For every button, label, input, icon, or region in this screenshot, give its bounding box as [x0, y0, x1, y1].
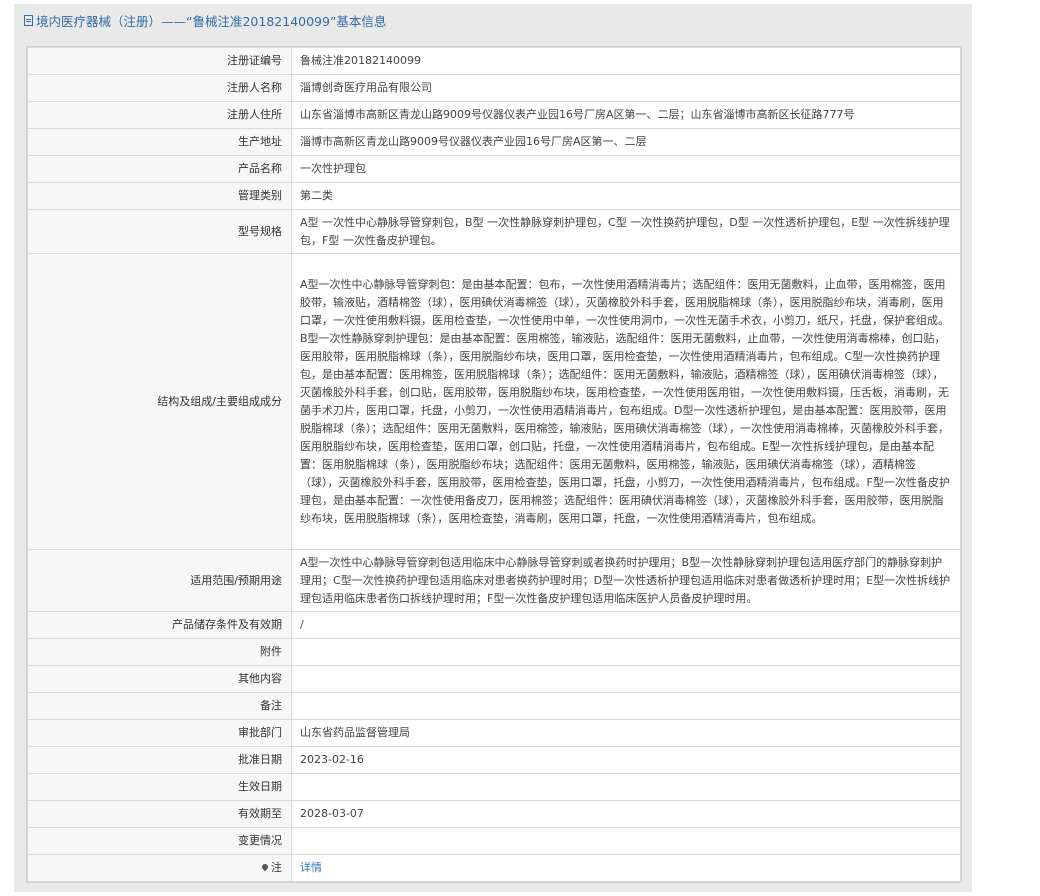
location-pin-icon [260, 862, 270, 872]
table-row: 型号规格 A型 一次性中心静脉导管穿刺包，B型 一次性静脉穿刺护理包，C型 一次… [27, 209, 961, 254]
table-row: 注册证编号 鲁械注准20182140099 [27, 47, 961, 75]
row-label-management-category: 管理类别 [27, 182, 292, 210]
row-value-attachment [291, 638, 961, 666]
row-value-other-content [291, 665, 961, 693]
row-value-model-spec: A型 一次性中心静脉导管穿刺包，B型 一次性静脉穿刺护理包，C型 一次性换药护理… [291, 209, 961, 254]
document-icon [24, 14, 33, 26]
row-label-effective-date: 生效日期 [27, 773, 292, 801]
row-label-note: 注 [27, 854, 292, 882]
row-label-registrant-address: 注册人住所 [27, 101, 292, 129]
table-row: 审批部门 山东省药品监督管理局 [27, 719, 961, 747]
table-row: 有效期至 2028-03-07 [27, 800, 961, 828]
row-label-storage: 产品储存条件及有效期 [27, 611, 292, 639]
table-row: 注册人名称 淄博创奇医疗用品有限公司 [27, 74, 961, 102]
table-row: 注 详情 [27, 854, 961, 882]
row-label-attachment: 附件 [27, 638, 292, 666]
row-value-registration-number: 鲁械注准20182140099 [291, 47, 961, 75]
table-row: 附件 [27, 638, 961, 666]
info-table: 注册证编号 鲁械注准20182140099 注册人名称 淄博创奇医疗用品有限公司… [27, 47, 961, 882]
row-value-valid-until: 2028-03-07 [291, 800, 961, 828]
row-value-management-category: 第二类 [291, 182, 961, 210]
row-value-structure: A型一次性中心静脉导管穿刺包：是由基本配置：包布，一次性使用酒精消毒片；选配组件… [291, 253, 961, 550]
row-label-other-content: 其他内容 [27, 665, 292, 693]
note-label-text: 注 [271, 861, 282, 874]
info-panel: 境内医疗器械（注册）——“鲁械注准20182140099”基本信息 注册证编号 … [14, 4, 972, 892]
row-label-valid-until: 有效期至 [27, 800, 292, 828]
table-row: 产品名称 一次性护理包 [27, 155, 961, 183]
row-value-changes [291, 827, 961, 855]
row-value-product-name: 一次性护理包 [291, 155, 961, 183]
table-row: 生效日期 [27, 773, 961, 801]
row-value-storage: / [291, 611, 961, 639]
info-table-wrap: 注册证编号 鲁械注准20182140099 注册人名称 淄博创奇医疗用品有限公司… [26, 46, 962, 883]
row-value-scope: A型一次性中心静脉导管穿刺包适用临床中心静脉导管穿刺或者换药时护理用；B型一次性… [291, 549, 961, 612]
details-link[interactable]: 详情 [300, 861, 322, 874]
table-row: 注册人住所 山东省淄博市高新区青龙山路9009号仪器仪表产业园16号厂房A区第一… [27, 101, 961, 129]
row-label-production-address: 生产地址 [27, 128, 292, 156]
table-row: 产品储存条件及有效期 / [27, 611, 961, 639]
table-row: 批准日期 2023-02-16 [27, 746, 961, 774]
row-label-changes: 变更情况 [27, 827, 292, 855]
row-label-remarks: 备注 [27, 692, 292, 720]
table-row: 管理类别 第二类 [27, 182, 961, 210]
page-title: 境内医疗器械（注册）——“鲁械注准20182140099”基本信息 [36, 13, 387, 29]
row-value-registrant-name: 淄博创奇医疗用品有限公司 [291, 74, 961, 102]
row-label-product-name: 产品名称 [27, 155, 292, 183]
row-label-model-spec: 型号规格 [27, 209, 292, 254]
table-row: 备注 [27, 692, 961, 720]
table-row: 结构及组成/主要组成成分 A型一次性中心静脉导管穿刺包：是由基本配置：包布，一次… [27, 253, 961, 550]
row-label-approval-dept: 审批部门 [27, 719, 292, 747]
row-value-registrant-address: 山东省淄博市高新区青龙山路9009号仪器仪表产业园16号厂房A区第一、二层；山东… [291, 101, 961, 129]
row-label-registration-number: 注册证编号 [27, 47, 292, 75]
row-label-registrant-name: 注册人名称 [27, 74, 292, 102]
title-bar: 境内医疗器械（注册）——“鲁械注准20182140099”基本信息 [14, 4, 972, 36]
table-row: 适用范围/预期用途 A型一次性中心静脉导管穿刺包适用临床中心静脉导管穿刺或者换药… [27, 549, 961, 612]
row-value-note: 详情 [291, 854, 961, 882]
row-value-approval-dept: 山东省药品监督管理局 [291, 719, 961, 747]
row-value-production-address: 淄博市高新区青龙山路9009号仪器仪表产业园16号厂房A区第一、二层 [291, 128, 961, 156]
table-row: 变更情况 [27, 827, 961, 855]
table-row: 生产地址 淄博市高新区青龙山路9009号仪器仪表产业园16号厂房A区第一、二层 [27, 128, 961, 156]
row-value-effective-date [291, 773, 961, 801]
row-label-scope: 适用范围/预期用途 [27, 549, 292, 612]
row-value-approval-date: 2023-02-16 [291, 746, 961, 774]
row-label-approval-date: 批准日期 [27, 746, 292, 774]
table-row: 其他内容 [27, 665, 961, 693]
row-value-remarks [291, 692, 961, 720]
row-label-structure: 结构及组成/主要组成成分 [27, 253, 292, 550]
